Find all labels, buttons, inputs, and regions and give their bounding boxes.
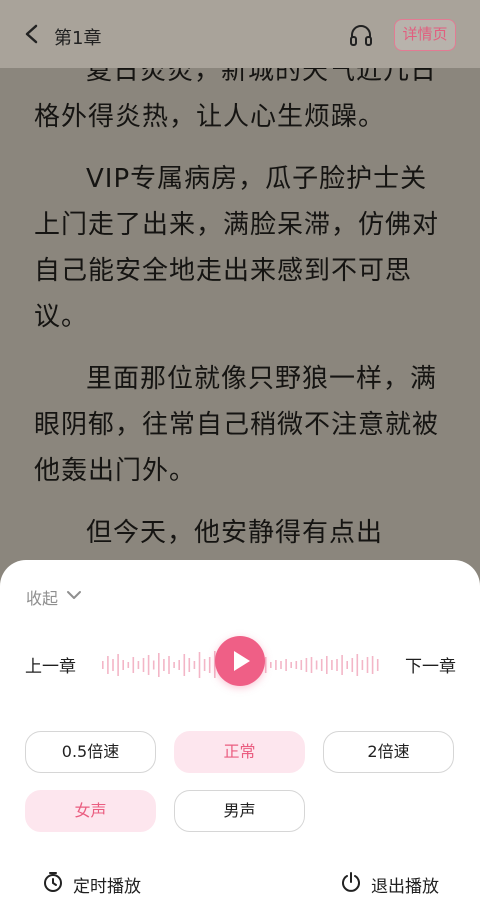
waveform-bar [102,661,104,669]
waveform-bar [142,658,145,672]
waveform-bar [341,655,343,675]
waveform-bar [320,659,323,671]
waveform-bar [198,652,201,678]
waveform-bar [188,658,191,672]
waveform-bar [305,658,308,672]
waveform-bar [295,661,298,669]
play-icon [234,651,250,671]
waveform-bar [203,659,206,671]
waveform-bar [264,657,267,673]
power-icon[interactable] [340,871,362,893]
exit-play-button[interactable]: 退出播放 [371,872,439,897]
audio-player-panel: 收起 上一章 下一章 0.5倍速 正常 2倍速 女声 男声 定时播放 退出播放 [0,560,480,921]
waveform-bar [351,658,354,672]
waveform-bar [117,654,119,676]
waveform-bar [132,657,135,673]
previous-chapter-button[interactable]: 上一章 [25,652,76,677]
waveform-bar [336,659,338,671]
waveform-bar [361,660,364,670]
timer-play-button[interactable]: 定时播放 [73,872,141,897]
timer-icon[interactable] [42,871,64,893]
top-bar: 第1章 详情页 [0,0,480,68]
waveform-bar [346,661,348,669]
waveform-bar [285,659,287,671]
speed-option-normal[interactable]: 正常 [174,731,305,773]
waveform-bar [275,660,277,670]
waveform-bar [331,660,333,670]
play-button[interactable] [215,636,265,686]
waveform-bar [127,662,130,668]
waveform-bar [112,659,114,671]
waveform-bar [300,660,303,670]
waveform-bar [193,661,196,669]
waveform-bar [371,656,374,674]
waveform-bar [290,662,292,668]
waveform-bar [168,656,170,674]
collapse-button[interactable]: 收起 [26,585,58,609]
waveform-bar [158,653,160,677]
waveform-bar [178,660,180,670]
waveform-bar [366,657,369,673]
headphone-icon[interactable] [348,22,374,48]
waveform-bar [208,657,211,673]
waveform-bar [310,657,313,673]
waveform-bar [270,662,272,668]
waveform-bar [147,655,150,675]
waveform-bar [152,660,155,670]
waveform-bar [173,662,175,668]
waveform-bar [356,654,359,676]
detail-page-button[interactable]: 详情页 [394,19,456,51]
waveform-bar [280,661,282,669]
chapter-title: 第1章 [54,28,102,49]
waveform-bar [163,659,165,671]
waveform-bar [107,656,109,674]
next-chapter-button[interactable]: 下一章 [405,652,456,677]
chevron-down-icon[interactable] [66,587,82,603]
speed-option-2x[interactable]: 2倍速 [323,731,454,773]
voice-option-female[interactable]: 女声 [25,790,156,832]
waveform-bar [376,659,379,671]
voice-option-male[interactable]: 男声 [174,790,305,832]
waveform-bar [122,660,124,670]
waveform-bar [326,656,328,674]
waveform-bar [315,660,318,670]
waveform-bar [183,654,186,676]
back-icon[interactable] [22,24,42,44]
speed-option-0.5x[interactable]: 0.5倍速 [25,731,156,773]
waveform-bar [137,661,140,669]
